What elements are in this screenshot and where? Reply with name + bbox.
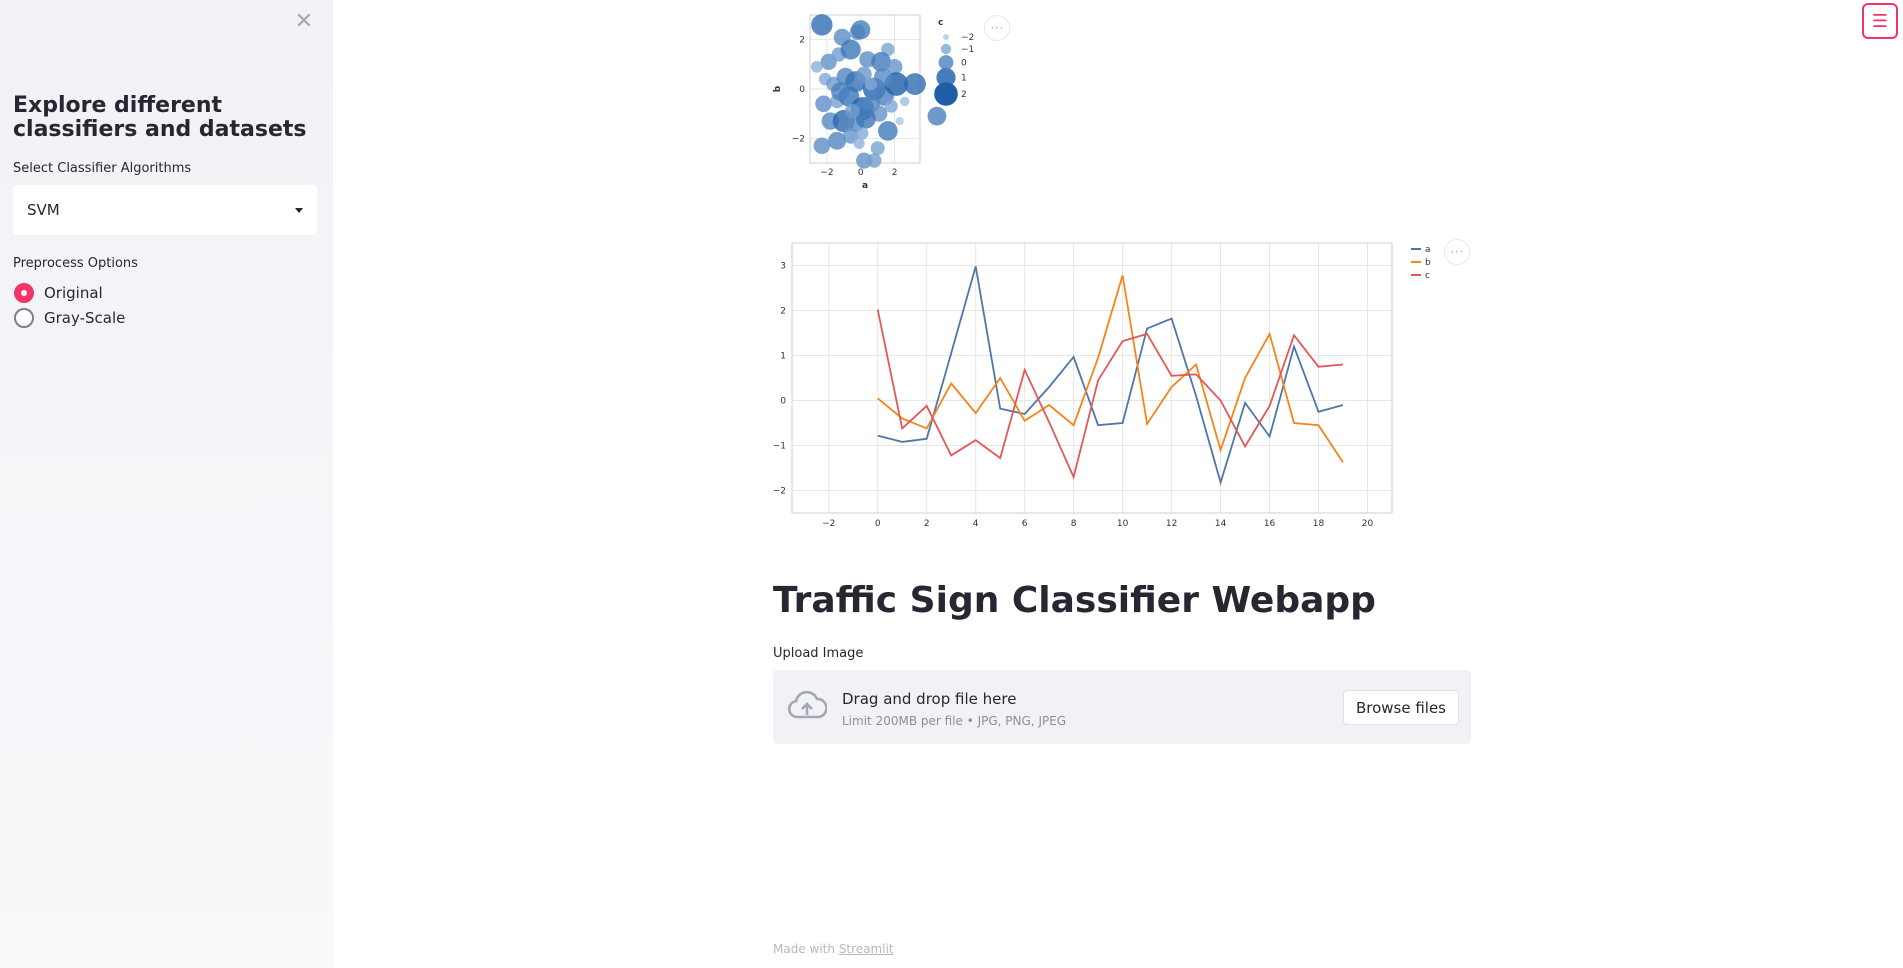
scatter-point xyxy=(810,60,823,73)
chart-actions-button[interactable]: ⋯ xyxy=(1444,239,1470,265)
x-tick-label: 18 xyxy=(1313,519,1325,529)
hamburger-menu-button[interactable]: ☰ xyxy=(1862,3,1898,39)
legend-label: 2 xyxy=(961,90,967,100)
footer-prefix: Made with xyxy=(773,942,835,956)
y-axis-label: b xyxy=(773,85,783,92)
scatter-point xyxy=(895,116,904,126)
scatter-point xyxy=(884,99,898,113)
classifier-select[interactable]: SVM xyxy=(13,185,317,235)
sidebar: ✕ Explore different classifiers and data… xyxy=(0,0,333,968)
x-tick-label: −2 xyxy=(822,519,835,529)
x-tick-label: 0 xyxy=(858,168,864,178)
series-line-a xyxy=(877,266,1344,486)
chart-actions-button[interactable]: ⋯ xyxy=(984,15,1010,41)
scatter-point xyxy=(811,14,833,36)
cloud-upload-icon xyxy=(787,691,827,719)
y-tick-label: 1 xyxy=(780,352,786,362)
scatter-point xyxy=(844,103,860,119)
y-tick-label: 2 xyxy=(799,36,805,46)
dropzone-limit: Limit 200MB per file • JPG, PNG, JPEG xyxy=(842,714,1067,728)
legend-label: c xyxy=(1425,271,1430,281)
series-line-c xyxy=(876,309,1344,480)
legend-symbol xyxy=(938,55,954,70)
legend-title: c xyxy=(938,18,943,28)
legend-symbol xyxy=(943,34,949,40)
scatter-point xyxy=(831,82,850,101)
page-title: Traffic Sign Classifier Webapp xyxy=(773,580,1376,621)
legend-label: −2 xyxy=(961,33,974,43)
scatter-point xyxy=(870,141,885,156)
file-dropzone[interactable]: Drag and drop file here Limit 200MB per … xyxy=(773,670,1471,744)
scatter-point xyxy=(867,153,882,168)
scatter-point xyxy=(927,106,947,126)
x-tick-label: −2 xyxy=(820,168,833,178)
scatter-point xyxy=(900,96,910,107)
y-tick-label: −2 xyxy=(773,487,786,497)
legend-label: 0 xyxy=(961,59,967,69)
streamlit-link[interactable]: Streamlit xyxy=(839,942,894,956)
preprocess-label: Preprocess Options xyxy=(13,256,138,271)
y-tick-label: 0 xyxy=(780,397,786,407)
scatter-point xyxy=(856,127,869,140)
scatter-point xyxy=(904,73,926,95)
x-axis-label: a xyxy=(862,181,868,191)
radio-selected-icon xyxy=(14,283,34,303)
radio-label: Original xyxy=(44,284,103,302)
x-tick-label: 20 xyxy=(1362,519,1374,529)
legend-symbol xyxy=(940,43,952,55)
legend-symbol xyxy=(934,82,958,106)
radio-unselected-icon xyxy=(14,308,34,328)
y-tick-label: 3 xyxy=(780,262,786,272)
legend-label: 1 xyxy=(961,74,967,84)
x-tick-label: 8 xyxy=(1071,519,1077,529)
x-tick-label: 14 xyxy=(1215,519,1227,529)
more-dots-icon: ⋯ xyxy=(1450,244,1464,260)
x-tick-label: 2 xyxy=(892,168,898,178)
scatter-point xyxy=(840,39,861,60)
scatter-point xyxy=(815,95,832,113)
x-tick-label: 2 xyxy=(924,519,930,529)
scatter-point xyxy=(878,121,898,141)
plot-frame xyxy=(791,242,1393,514)
x-tick-label: 10 xyxy=(1117,519,1129,529)
y-tick-label: −1 xyxy=(773,442,786,452)
more-dots-icon: ⋯ xyxy=(990,20,1004,36)
classifier-label: Select Classifier Algorithms xyxy=(13,161,192,176)
x-tick-label: 0 xyxy=(875,519,881,529)
scatter-chart: −2 0 2 2 0 −2 a b c −2 −1 0 1 2 xyxy=(773,14,974,191)
radio-option-original[interactable]: Original xyxy=(14,283,103,303)
y-tick-label: 0 xyxy=(799,85,805,95)
x-tick-label: 12 xyxy=(1166,519,1177,529)
hamburger-menu-icon: ☰ xyxy=(1871,10,1889,32)
radio-label: Gray-Scale xyxy=(44,309,126,327)
radio-option-gray-scale[interactable]: Gray-Scale xyxy=(14,308,125,328)
scatter-point xyxy=(851,20,871,40)
close-icon: ✕ xyxy=(294,9,314,34)
scatter-point xyxy=(813,137,831,155)
x-tick-label: 6 xyxy=(1022,519,1028,529)
legend-label: b xyxy=(1425,258,1431,268)
x-tick-label: 16 xyxy=(1264,519,1276,529)
close-sidebar-button[interactable]: ✕ xyxy=(294,9,314,34)
dropzone-instructions: Drag and drop file here xyxy=(842,690,1017,708)
upload-label: Upload Image xyxy=(773,646,864,661)
y-tick-label: −2 xyxy=(792,134,805,144)
line-chart: −2 0 2 4 6 8 10 12 14 16 18 203210−1−2abc xyxy=(773,242,1431,529)
footer: Made with Streamlit xyxy=(773,942,894,956)
sidebar-title: Explore different classifiers and datase… xyxy=(13,93,307,142)
legend-label: a xyxy=(1425,245,1431,255)
y-tick-label: 2 xyxy=(780,307,786,317)
browse-files-button[interactable]: Browse files xyxy=(1342,690,1459,725)
x-tick-label: 4 xyxy=(973,519,979,529)
legend-label: −1 xyxy=(961,45,974,55)
chevron-down-icon xyxy=(295,207,303,213)
scatter-point xyxy=(874,67,892,86)
classifier-selected-value: SVM xyxy=(27,201,60,219)
scatter-point xyxy=(853,137,865,149)
